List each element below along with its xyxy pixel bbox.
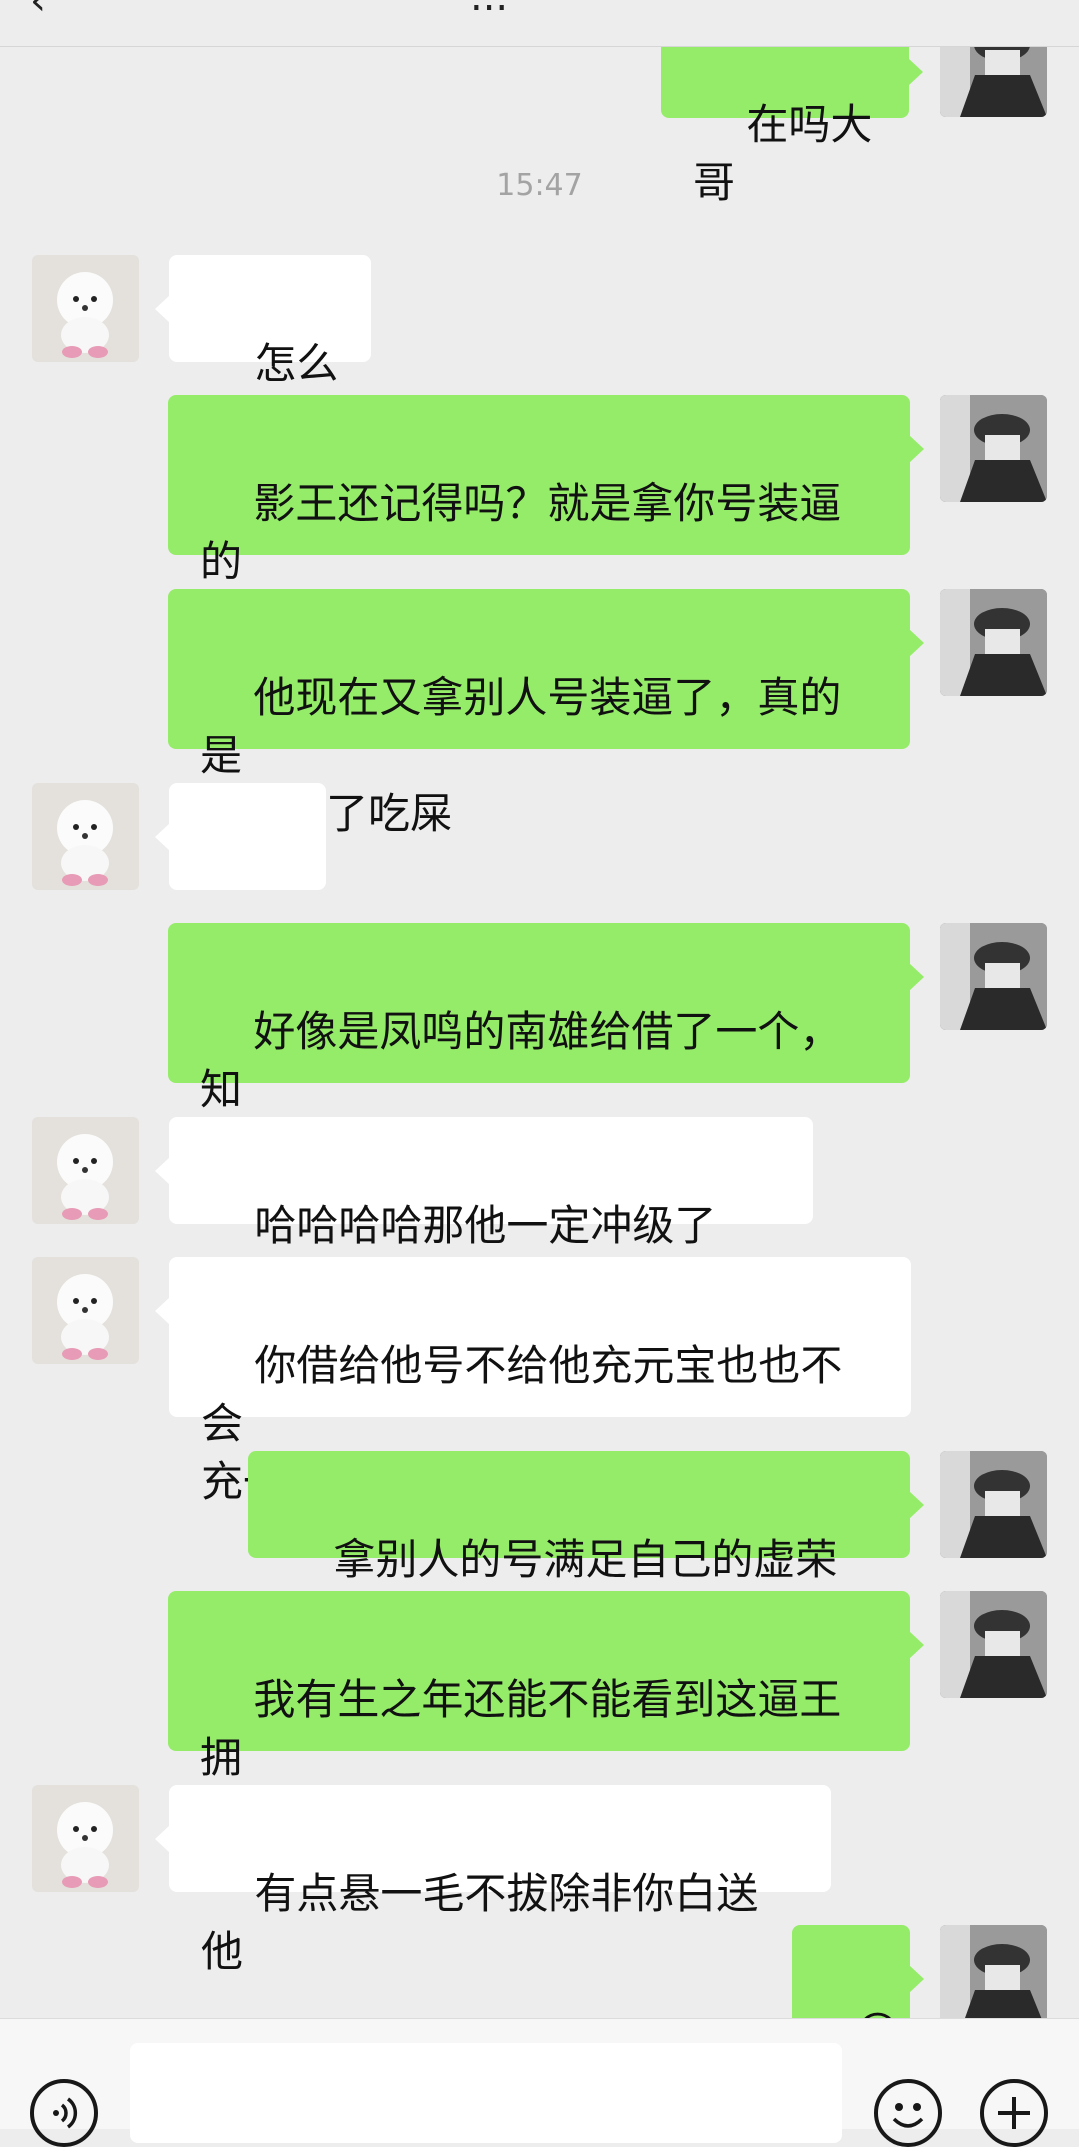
back-arrow-icon[interactable]: ‹ [30, 0, 46, 24]
message-timestamp: 15:47 [496, 168, 583, 203]
input-toolbar [0, 2018, 1079, 2147]
message-bubble-me[interactable]: 😭 [792, 1925, 924, 2018]
message-input[interactable] [130, 2043, 842, 2143]
my-avatar[interactable] [940, 1925, 1047, 2018]
message-bubble-friend[interactable]: 你借给他号不给他充元宝也也不会 充一个元宝，就喜欢占便宜 [155, 1257, 911, 1506]
message-bubble-me[interactable]: 拿别人的号满足自己的虚荣心 [248, 1451, 924, 1642]
message-bubble-me[interactable]: 我有生之年还能不能看到这逼王拥 有一个属于自己的号😭 [168, 1591, 924, 1841]
message-bubble-friend[interactable]: 怎么了 [155, 255, 371, 446]
my-avatar[interactable] [940, 1591, 1047, 1698]
message-bubble-friend[interactable]: 哈哈哈哈那他一定冲级了吧？ [155, 1117, 813, 1308]
chat-area[interactable]: 在吗大哥 15:47 怎么了 影王还记得吗？就是拿你号装逼的 那个，上上赛季你不… [0, 0, 1079, 2018]
message-bubble-friend[interactable]: 有点悬一毛不拔除非你白送他 [155, 1785, 831, 1976]
message-text: 有点悬一毛不拔除非你白送他 [201, 1869, 759, 1976]
friend-avatar[interactable] [32, 1257, 139, 1364]
friend-avatar[interactable] [32, 1117, 139, 1224]
my-avatar[interactable] [940, 395, 1047, 502]
plus-icon[interactable] [980, 2079, 1048, 2147]
message-bubble-me[interactable]: 好像是凤鸣的南雄给借了一个，知 道他是穷逼还给充了元宝😭 [168, 923, 924, 1173]
voice-icon[interactable] [30, 2079, 98, 2147]
chat-header: ‹ ... [0, 0, 1079, 47]
friend-avatar[interactable] [32, 1785, 139, 1892]
message-bubble-me[interactable]: 他现在又拿别人号装逼了，真的是 狗改不了吃屎 [168, 589, 924, 838]
my-avatar[interactable] [940, 1451, 1047, 1558]
my-avatar[interactable] [940, 923, 1047, 1030]
message-bubble-me[interactable]: 影王还记得吗？就是拿你号装逼的 那个，上上赛季你不是收回来了吗 [168, 395, 924, 644]
message-bubble-friend[interactable]: 谁的 [155, 783, 326, 974]
chat-title: ... [470, 0, 508, 20]
friend-avatar[interactable] [32, 255, 139, 362]
friend-avatar[interactable] [32, 783, 139, 890]
crying-laughing-emoji-icon: 😭 [852, 2008, 903, 2018]
my-avatar[interactable] [940, 589, 1047, 696]
emoji-face-icon[interactable] [874, 2079, 942, 2147]
